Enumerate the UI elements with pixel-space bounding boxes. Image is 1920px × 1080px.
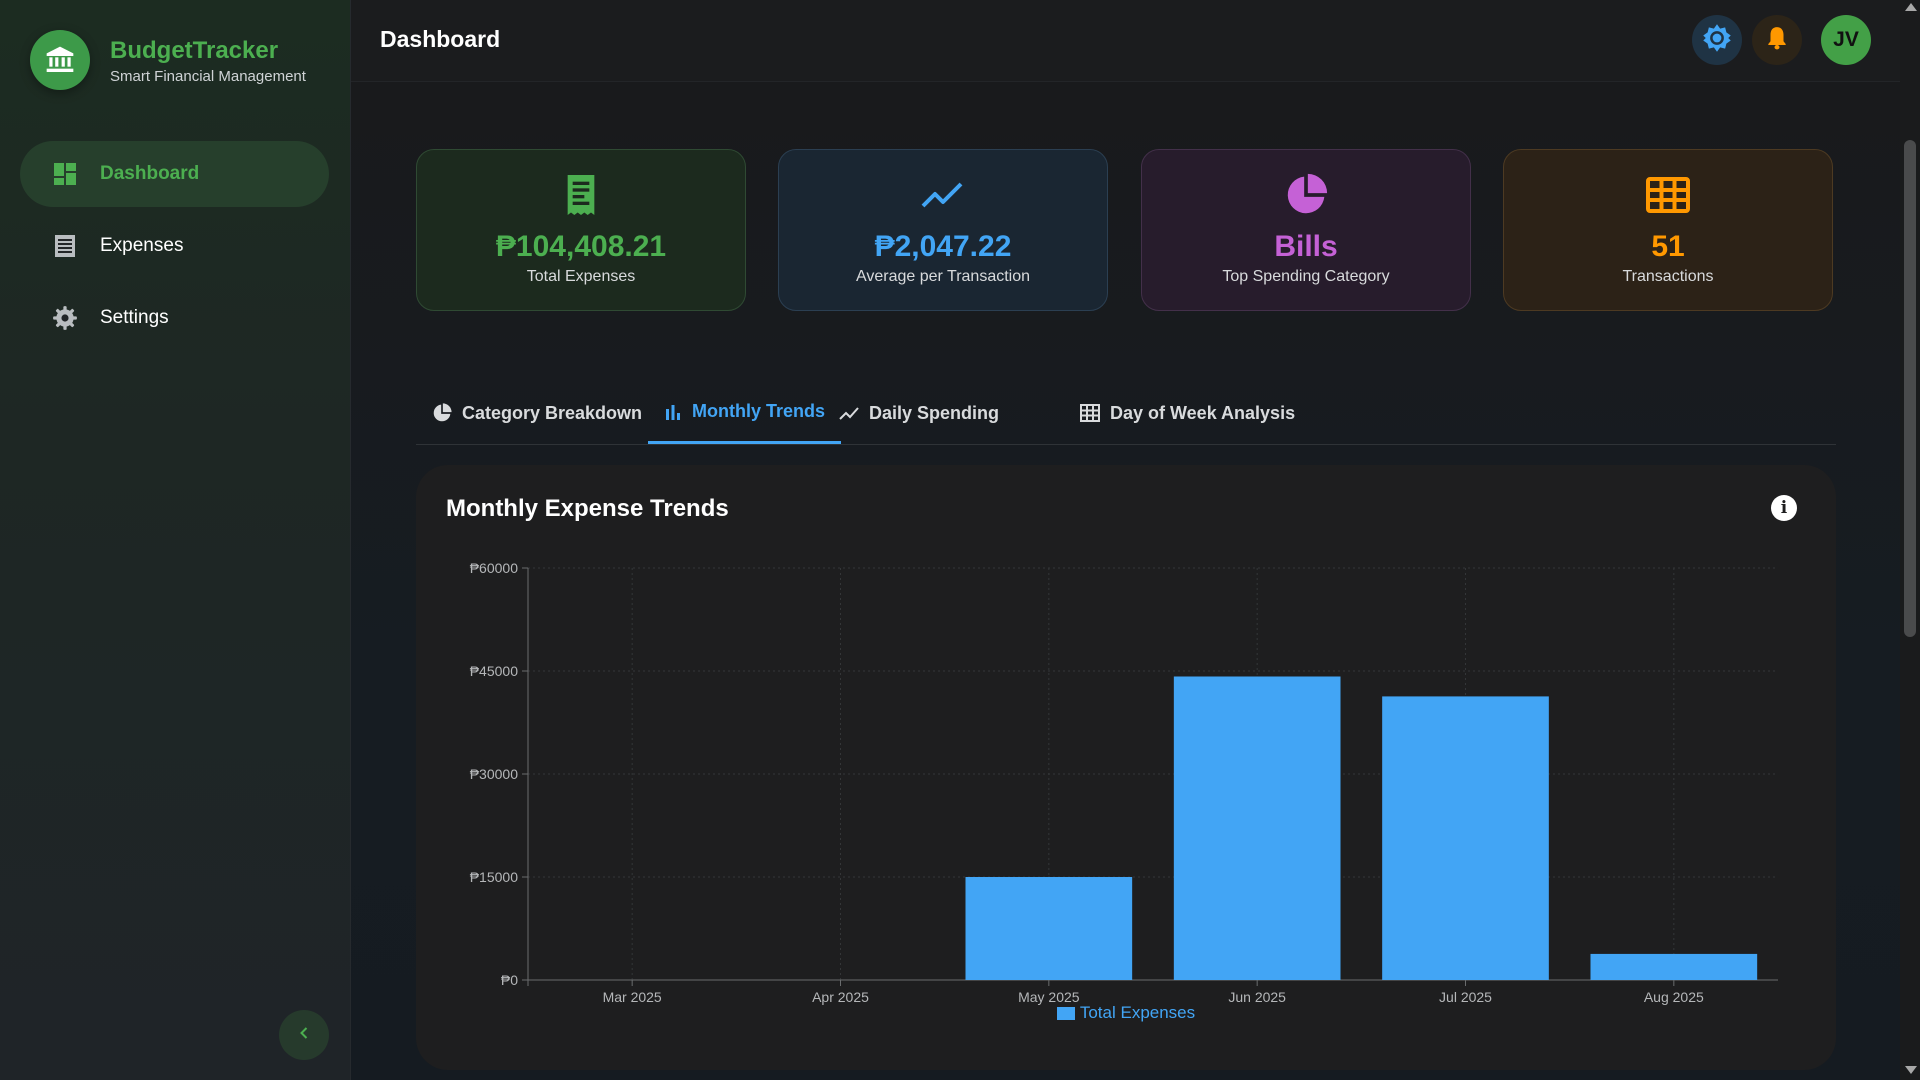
sidebar-item-settings[interactable]: Settings xyxy=(20,285,329,351)
stat-card-total-expenses: ₱104,408.21 Total Expenses xyxy=(416,149,746,311)
stat-value: ₱104,408.21 xyxy=(495,230,667,263)
bell-icon xyxy=(1764,25,1790,56)
bar-chart-icon xyxy=(664,403,682,421)
avatar[interactable]: JV xyxy=(1821,15,1871,65)
trend-line-icon xyxy=(839,405,859,421)
brand: BudgetTracker Smart Financial Management xyxy=(30,30,306,90)
brightness-icon xyxy=(1702,23,1732,58)
stat-card-average: ₱2,047.22 Average per Transaction xyxy=(778,149,1108,311)
tab-daily-spending[interactable]: Daily Spending xyxy=(823,382,1015,444)
brand-subtitle: Smart Financial Management xyxy=(110,67,306,85)
brand-title: BudgetTracker xyxy=(110,36,279,64)
stat-value: 51 xyxy=(1651,230,1685,263)
tab-label: Daily Spending xyxy=(869,402,1000,423)
y-tick-label: ₱60000 xyxy=(470,560,518,576)
dashboard-icon xyxy=(52,161,78,187)
stat-label: Total Expenses xyxy=(526,268,636,285)
chevron-left-icon xyxy=(296,1025,312,1046)
bar xyxy=(1382,696,1549,980)
sidebar-nav: Dashboard Expenses Settings xyxy=(20,141,329,357)
stat-value: Bills xyxy=(1274,230,1338,263)
header: Dashboard JV xyxy=(351,0,1900,82)
sidebar-item-expenses[interactable]: Expenses xyxy=(20,213,329,279)
notifications-button[interactable] xyxy=(1752,15,1802,65)
scrollbar[interactable] xyxy=(1900,0,1920,1080)
y-tick-label: ₱0 xyxy=(501,972,518,988)
trending-icon xyxy=(779,172,1107,218)
monthly-trends-chart: ₱0₱15000₱30000₱45000₱60000Mar 2025 Apr 20… xyxy=(470,560,1778,1005)
y-tick-label: ₱15000 xyxy=(470,869,518,885)
scroll-down-arrow[interactable] xyxy=(1905,1066,1917,1074)
receipt-list-icon xyxy=(52,233,78,259)
legend-swatch xyxy=(1056,1006,1075,1020)
chart-tabs: Category Breakdown Monthly Trends Daily … xyxy=(416,382,1836,445)
scroll-up-arrow[interactable] xyxy=(1905,3,1917,11)
pie-chart-icon xyxy=(432,403,452,423)
scroll-thumb[interactable] xyxy=(1904,140,1916,637)
legend-label: Total Expenses xyxy=(1079,1003,1196,1022)
bar xyxy=(1173,676,1341,980)
stat-card-transactions: 51 Transactions xyxy=(1503,149,1833,311)
chart-legend[interactable]: Total Expenses xyxy=(416,1003,1836,1023)
sidebar-item-dashboard[interactable]: Dashboard xyxy=(20,141,329,207)
grid-table-icon xyxy=(1080,404,1100,422)
stat-label: Transactions xyxy=(1622,268,1714,285)
receipt-icon xyxy=(417,172,745,218)
stat-value: ₱2,047.22 xyxy=(874,230,1012,263)
gear-icon xyxy=(52,305,78,331)
sidebar-item-label: Settings xyxy=(100,307,169,328)
stat-label: Top Spending Category xyxy=(1222,268,1390,285)
sidebar-collapse-button[interactable] xyxy=(279,1010,329,1060)
tab-day-of-week[interactable]: Day of Week Analysis xyxy=(1064,382,1311,444)
main-content: ₱104,408.21 Total Expenses ₱2,047.22 Ave… xyxy=(351,82,1900,1080)
tab-label: Day of Week Analysis xyxy=(1110,402,1296,423)
chart-card: Monthly Expense Trends i ₱0 ₱15000 ₱30000 ₱… xyxy=(416,465,1836,1070)
bar xyxy=(965,877,1133,980)
theme-toggle-button[interactable] xyxy=(1692,15,1742,65)
stat-label: Average per Transaction xyxy=(855,268,1031,285)
page-title: Dashboard xyxy=(380,26,501,52)
stat-card-top-category: Bills Top Spending Category xyxy=(1141,149,1471,311)
tab-label: Monthly Trends xyxy=(692,401,826,421)
sidebar-item-label: Expenses xyxy=(100,235,184,256)
pie-chart-icon xyxy=(1142,172,1470,218)
grid-table-icon xyxy=(1504,172,1832,218)
bar xyxy=(1590,953,1758,980)
sidebar-item-label: Dashboard xyxy=(100,163,200,184)
y-tick-label: ₱45000 xyxy=(470,663,518,679)
tab-monthly-trends[interactable]: Monthly Trends xyxy=(648,382,842,444)
y-tick-label: ₱30000 xyxy=(470,766,518,782)
tab-label: Category Breakdown xyxy=(462,402,643,423)
sidebar: BudgetTracker Smart Financial Management… xyxy=(0,0,351,1080)
tab-category-breakdown[interactable]: Category Breakdown xyxy=(416,382,658,444)
bank-icon xyxy=(30,30,90,90)
